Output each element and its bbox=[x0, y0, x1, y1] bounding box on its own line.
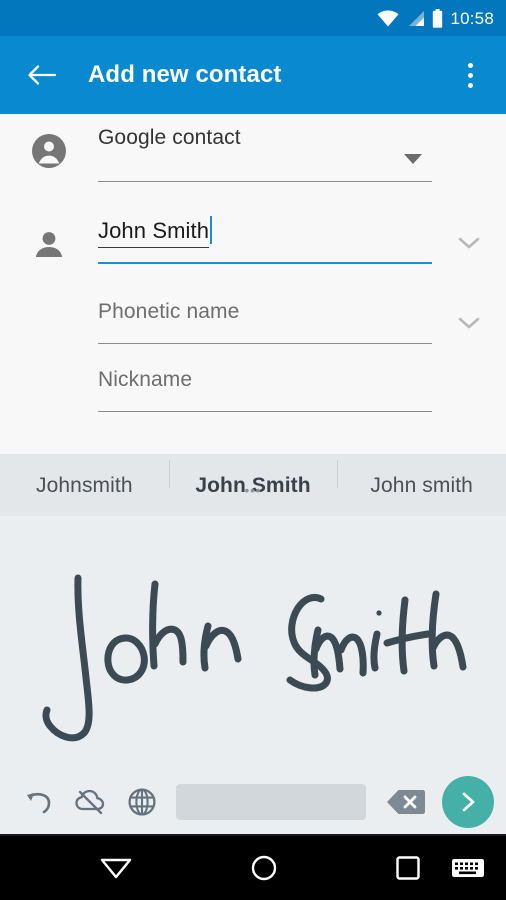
text-cursor bbox=[210, 216, 213, 244]
suggestion-item-0[interactable]: Johnsmith bbox=[0, 474, 169, 498]
cellular-signal-icon bbox=[406, 10, 425, 27]
nickname-input[interactable]: Nickname bbox=[98, 364, 432, 412]
suggestion-item-1[interactable]: John Smith ••• bbox=[168, 459, 338, 498]
keyboard-toolbar bbox=[0, 770, 506, 836]
phonetic-name-row: Phonetic name bbox=[0, 296, 506, 364]
account-circle-icon bbox=[0, 120, 98, 170]
phonetic-name-placeholder: Phonetic name bbox=[98, 300, 240, 323]
nickname-underline bbox=[98, 411, 432, 412]
nav-back-button[interactable] bbox=[68, 856, 164, 880]
nav-keyboard-button[interactable] bbox=[438, 856, 498, 880]
suggestion-more-icon[interactable]: ••• bbox=[245, 484, 262, 497]
name-row: John Smith bbox=[0, 216, 506, 296]
space-key[interactable] bbox=[176, 784, 366, 820]
phonetic-field-wrap: Phonetic name bbox=[98, 296, 506, 344]
send-button[interactable] bbox=[442, 776, 494, 828]
phonetic-underline bbox=[98, 343, 432, 344]
back-button[interactable] bbox=[22, 55, 62, 95]
nickname-row-spacer bbox=[0, 364, 98, 376]
backspace-icon bbox=[387, 790, 426, 814]
wifi-icon bbox=[377, 10, 399, 27]
page-title: Add new contact bbox=[88, 61, 282, 88]
name-field-wrap: John Smith bbox=[98, 216, 506, 264]
chevron-down-icon bbox=[458, 317, 480, 329]
overflow-menu-icon[interactable] bbox=[450, 53, 490, 97]
status-bar: 10:58 bbox=[0, 0, 506, 36]
person-icon bbox=[0, 216, 98, 262]
battery-icon bbox=[432, 8, 443, 28]
phonetic-name-input[interactable]: Phonetic name bbox=[98, 296, 432, 344]
suggestion-item-2[interactable]: John smith bbox=[337, 459, 506, 498]
cloud-off-button[interactable] bbox=[64, 776, 116, 828]
contact-form: Google contact John Smith Phonetic name … bbox=[0, 114, 506, 454]
account-select[interactable]: Google contact bbox=[98, 120, 432, 182]
nav-keyboard-icon bbox=[452, 859, 484, 877]
account-row: Google contact bbox=[0, 120, 506, 212]
nickname-row: Nickname bbox=[0, 364, 506, 432]
nickname-placeholder: Nickname bbox=[98, 368, 193, 391]
backspace-button[interactable] bbox=[380, 782, 432, 822]
handwriting-canvas[interactable] bbox=[0, 516, 506, 770]
name-expand-button[interactable] bbox=[452, 226, 486, 260]
handwriting-ink bbox=[42, 574, 467, 742]
phone-screen: 10:58 Add new contact Google contact Joh… bbox=[0, 0, 506, 900]
nav-home-button[interactable] bbox=[216, 854, 312, 882]
nickname-field-wrap: Nickname bbox=[98, 364, 506, 412]
globe-icon bbox=[128, 788, 156, 816]
dropdown-caret-icon bbox=[404, 154, 422, 164]
account-value: Google contact bbox=[98, 126, 241, 149]
language-button[interactable] bbox=[116, 776, 168, 828]
phonetic-row-spacer bbox=[0, 296, 98, 308]
name-input-value: John Smith bbox=[98, 216, 210, 248]
arrow-back-icon bbox=[28, 65, 57, 85]
account-field-wrap: Google contact bbox=[98, 120, 506, 182]
navigation-bar bbox=[0, 836, 506, 900]
status-time: 10:58 bbox=[450, 8, 494, 28]
chevron-down-icon bbox=[458, 237, 480, 249]
undo-icon bbox=[27, 792, 51, 814]
name-input[interactable]: John Smith bbox=[98, 216, 432, 264]
cloud-off-icon bbox=[75, 789, 105, 815]
suggestion-strip: Johnsmith John Smith ••• John smith bbox=[0, 454, 506, 516]
chevron-right-icon bbox=[462, 792, 475, 812]
app-bar: Add new contact bbox=[0, 36, 506, 114]
undo-button[interactable] bbox=[12, 776, 64, 828]
nav-home-circle-icon bbox=[251, 855, 277, 881]
phonetic-expand-button[interactable] bbox=[452, 306, 486, 340]
nav-back-triangle-icon bbox=[100, 858, 132, 879]
name-focus-underline bbox=[98, 262, 432, 264]
nav-recents-square-icon bbox=[396, 856, 420, 880]
